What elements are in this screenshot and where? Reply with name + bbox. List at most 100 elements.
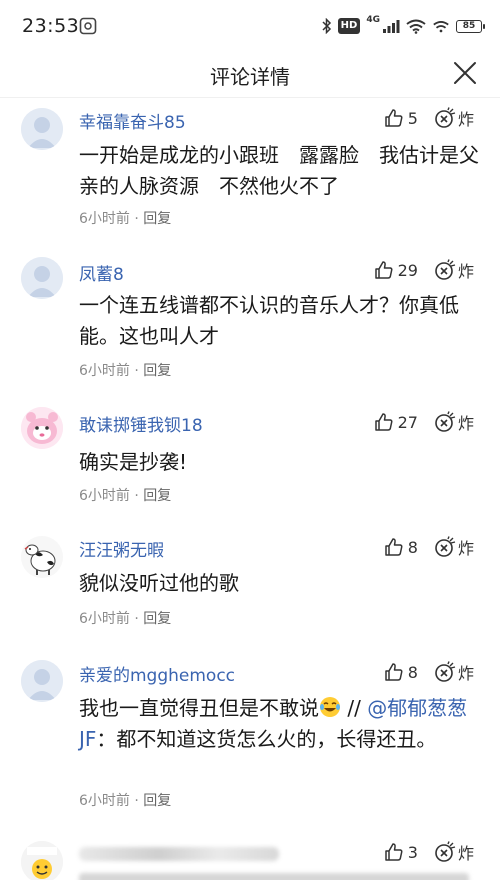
- like-count: 8: [407, 537, 418, 557]
- avatar[interactable]: [21, 407, 63, 449]
- emoji-avatar: [21, 841, 63, 880]
- boom-button[interactable]: 炸: [434, 660, 474, 684]
- boom-button[interactable]: 炸: [434, 410, 474, 434]
- laughing-tears-emoji-icon: [320, 697, 340, 717]
- meta-separator: ·: [134, 363, 139, 379]
- boom-icon: [435, 536, 456, 557]
- signal-icon: [383, 20, 400, 33]
- avatar[interactable]: [21, 108, 63, 150]
- close-icon[interactable]: [452, 60, 478, 86]
- avatar[interactable]: [21, 536, 63, 578]
- like-button[interactable]: 8: [384, 662, 418, 682]
- avatar[interactable]: [21, 257, 63, 299]
- thumbs-up-icon: [374, 261, 393, 279]
- like-count: 8: [407, 662, 418, 682]
- like-button[interactable]: 3: [384, 842, 418, 862]
- reply-button[interactable]: 回复: [143, 793, 171, 809]
- comment-meta: 6小时前 · 回复: [79, 790, 171, 810]
- like-button[interactable]: 27: [374, 412, 418, 432]
- boom-button[interactable]: 炸: [434, 535, 474, 559]
- reply-button[interactable]: 回复: [143, 211, 171, 227]
- boom-label: 炸: [457, 664, 474, 683]
- comment-actions: 29 炸: [374, 258, 474, 282]
- boom-label: 炸: [457, 262, 474, 281]
- comment-item: 凤蓄8 29 炸 一个连五线谱都不认识的音乐人才？你真低能。这也叫人才 6小时前…: [0, 255, 500, 395]
- comment-text-part: ：都不知道这货怎么火的，长得还丑。: [96, 727, 437, 751]
- like-count: 5: [407, 108, 418, 128]
- comment-text: 貌似没听过他的歌: [79, 571, 239, 595]
- comment-username[interactable]: 凤蓄8: [79, 260, 124, 285]
- comment-text: 一个连五线谱都不认识的音乐人才？你真低能。这也叫人才: [79, 293, 459, 348]
- comment-time: 6小时前: [79, 488, 130, 504]
- blurred-username: [79, 847, 279, 861]
- comment-item: 敢诔掷锤我钡18 27 炸 确实是抄袭! 6小时前 · 回复: [0, 405, 500, 515]
- like-count: 29: [397, 260, 418, 280]
- nav-bar: 评论详情: [0, 52, 500, 98]
- status-icons: HD 4G 85: [322, 15, 485, 37]
- comment-item: 亲爱的mgghemocc 8 炸 我也一直觉得丑但是不敢说 // @郁郁葱葱JF…: [0, 655, 500, 825]
- comment-time: 6小时前: [79, 611, 130, 627]
- default-avatar-icon: [21, 108, 63, 150]
- thumbs-up-icon: [385, 109, 403, 127]
- comment-username[interactable]: 敢诔掷锤我钡18: [79, 411, 203, 436]
- comment-meta: 6小时前 · 回复: [79, 608, 171, 628]
- boom-label: 炸: [457, 414, 474, 433]
- battery-icon: 85: [456, 19, 485, 33]
- cow-avatar: [21, 536, 63, 578]
- comment-actions: 3 炸: [384, 840, 474, 864]
- pink-character-avatar: [21, 407, 63, 449]
- boom-button[interactable]: 炸: [434, 840, 474, 864]
- boom-label: 炸: [457, 844, 474, 863]
- comment-username[interactable]: 汪汪粥无暇: [79, 536, 164, 561]
- comment-actions: 8 炸: [384, 660, 474, 684]
- meta-separator: ·: [134, 611, 139, 627]
- like-button[interactable]: 8: [384, 537, 418, 557]
- comment-time: 6小时前: [79, 793, 130, 809]
- comment-time: 6小时前: [79, 211, 130, 227]
- avatar[interactable]: [21, 841, 63, 880]
- comment-item: 幸福靠奋斗85 5 炸 一开始是成龙的小跟班 露露脸 我估计是父亲的人脉资源 不…: [0, 100, 500, 240]
- reply-button[interactable]: 回复: [143, 363, 171, 379]
- meta-separator: ·: [134, 488, 139, 504]
- meta-separator: ·: [134, 793, 139, 809]
- reply-button[interactable]: 回复: [143, 611, 171, 627]
- avatar[interactable]: [21, 660, 63, 702]
- boom-label: 炸: [457, 539, 474, 558]
- comment-text: 我也一直觉得丑但是不敢说 // @郁郁葱葱JF：都不知道这货怎么火的，长得还丑。: [79, 693, 479, 755]
- reply-button[interactable]: 回复: [143, 488, 171, 504]
- comment-username[interactable]: 幸福靠奋斗85: [79, 108, 186, 133]
- boom-icon: [435, 411, 456, 432]
- thumbs-up-icon: [385, 538, 403, 556]
- comment-item: 汪汪粥无暇 8 炸 貌似没听过他的歌 6小时前 · 回复: [0, 530, 500, 640]
- like-button[interactable]: 29: [374, 260, 418, 280]
- comment-text-slash: //: [341, 696, 368, 720]
- blurred-comment-text: [79, 873, 469, 880]
- comment-text-part: 我也一直觉得丑但是不敢说: [79, 696, 319, 720]
- status-bar: 23:53 HD 4G 85: [0, 0, 500, 52]
- like-count: 3: [407, 842, 418, 862]
- default-avatar-icon: [21, 660, 63, 702]
- comment-meta: 6小时前 · 回复: [79, 485, 171, 505]
- thumbs-up-icon: [385, 843, 403, 861]
- status-time: 23:53: [22, 15, 80, 37]
- default-avatar-icon: [21, 257, 63, 299]
- comment-actions: 27 炸: [374, 410, 474, 434]
- meta-separator: ·: [134, 211, 139, 227]
- boom-icon: [435, 661, 456, 682]
- wifi-icon: [406, 19, 426, 34]
- wifi-icon-2: [433, 21, 449, 33]
- boom-icon: [435, 841, 456, 862]
- gallery-notification-icon: [79, 17, 97, 35]
- like-count: 27: [397, 412, 418, 432]
- boom-icon: [435, 259, 456, 280]
- comment-actions: 8 炸: [384, 535, 474, 559]
- thumbs-up-icon: [385, 663, 403, 681]
- page-title: 评论详情: [210, 65, 290, 89]
- like-button[interactable]: 5: [384, 108, 418, 128]
- boom-button[interactable]: 炸: [434, 258, 474, 282]
- comment-meta: 6小时前 · 回复: [79, 208, 171, 228]
- comment-username[interactable]: 亲爱的mgghemocc: [79, 661, 235, 686]
- boom-button[interactable]: 炸: [434, 106, 474, 130]
- boom-icon: [435, 107, 456, 128]
- comment-text: 一开始是成龙的小跟班 露露脸 我估计是父亲的人脉资源 不然他火不了: [79, 143, 479, 198]
